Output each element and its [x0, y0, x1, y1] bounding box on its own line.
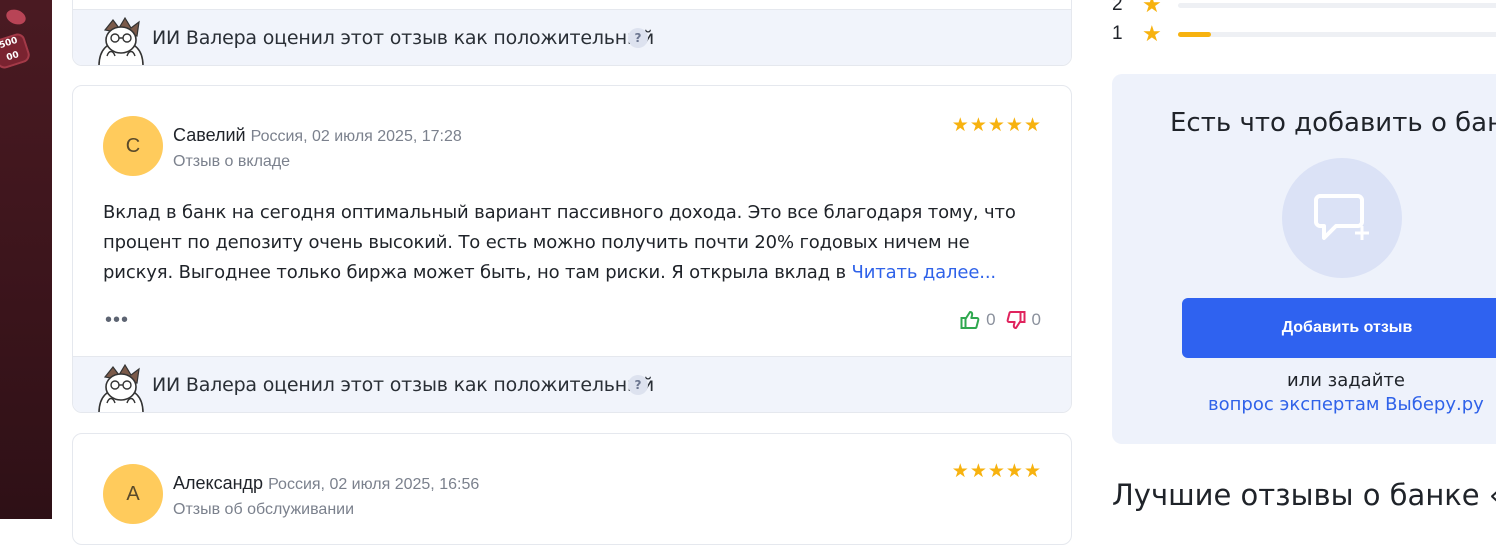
- star-rating: ★ ★ ★ ★ ★: [952, 116, 1041, 135]
- add-review-illustration: [1282, 158, 1402, 278]
- star-icon: ★: [1142, 21, 1162, 46]
- ai-rating-text: ИИ Валера оценил этот отзыв как положите…: [152, 374, 654, 396]
- review-subtitle: Отзыв о вкладе: [173, 153, 291, 170]
- star-icon: ★: [987, 115, 1005, 136]
- review-meta: Россия, 02 июля 2025, 17:28: [250, 128, 462, 145]
- rating-bar-track: [1178, 2, 1496, 8]
- left-promo-strip: 500 00: [0, 0, 52, 519]
- rating-stars-label: 1: [1112, 23, 1123, 44]
- star-icon: ★: [969, 115, 987, 136]
- ai-rating-bar: ИИ Валера оценил этот отзыв как положите…: [73, 356, 1071, 412]
- ai-rating-bar: ИИ Валера оценил этот отзыв как положите…: [73, 9, 1071, 65]
- review-meta: Россия, 02 июля 2025, 16:56: [268, 476, 480, 493]
- review-text: Вклад в банк на сегодня оптимальный вари…: [103, 198, 1023, 288]
- review-subtitle: Отзыв об обслуживании: [173, 501, 355, 518]
- thumbs-up-icon[interactable]: [960, 310, 980, 330]
- review-card: А Александр Россия, 02 июля 2025, 16:56 …: [72, 433, 1072, 545]
- star-icon: ★: [969, 461, 987, 482]
- avatar: С: [103, 116, 163, 176]
- rating-bar-fill: [1178, 31, 1211, 37]
- star-icon: ★: [951, 461, 969, 482]
- or-ask-text: или задайте: [1287, 370, 1405, 391]
- star-icon: ★: [1023, 461, 1041, 482]
- author-name[interactable]: Савелий: [173, 125, 246, 145]
- review-author: Савелий Россия, 02 июля 2025, 17:28: [173, 125, 462, 146]
- promo-shape: [4, 7, 28, 27]
- add-review-panel: Есть что добавить о банке Добавить отзыв…: [1112, 74, 1496, 444]
- review-author: Александр Россия, 02 июля 2025, 16:56: [173, 473, 479, 494]
- likes-count: 0: [986, 310, 996, 329]
- valera-mascot-icon: [98, 363, 144, 412]
- add-review-title: Есть что добавить о банке: [1170, 108, 1496, 138]
- valera-mascot-icon: [98, 16, 144, 65]
- star-icon: ★: [1005, 461, 1023, 482]
- add-review-button[interactable]: Добавить отзыв: [1182, 298, 1496, 358]
- rating-row-1: 1 ★: [1112, 21, 1496, 47]
- help-icon[interactable]: ?: [628, 28, 648, 48]
- ask-experts-link[interactable]: вопрос экспертам Выберу.ру: [1208, 394, 1484, 415]
- star-icon: ★: [951, 115, 969, 136]
- read-more-link[interactable]: Читать далее...: [852, 262, 997, 283]
- help-icon[interactable]: ?: [628, 375, 648, 395]
- more-options-button[interactable]: •••: [105, 309, 129, 332]
- promo-badge[interactable]: 500 00: [0, 31, 32, 71]
- vote-controls: 0 0: [960, 310, 1041, 330]
- thumbs-down-icon[interactable]: [1006, 310, 1026, 330]
- star-icon: ★: [1005, 115, 1023, 136]
- star-icon: ★: [1023, 115, 1041, 136]
- star-icon: ★: [1142, 0, 1162, 17]
- ai-rating-text: ИИ Валера оценил этот отзыв как положите…: [152, 27, 654, 49]
- best-reviews-heading: Лучшие отзывы о банке «Ал: [1112, 478, 1496, 512]
- star-icon: ★: [987, 461, 1005, 482]
- avatar: А: [103, 464, 163, 524]
- comment-plus-icon: [1314, 194, 1369, 240]
- author-name[interactable]: Александр: [173, 473, 263, 493]
- review-card: ИИ Валера оценил этот отзыв как положите…: [72, 0, 1072, 66]
- star-rating: ★ ★ ★ ★ ★: [952, 462, 1041, 481]
- rating-bar-track: [1178, 31, 1496, 37]
- dislikes-count: 0: [1031, 310, 1041, 329]
- rating-row-2: 2 ★: [1112, 0, 1496, 18]
- rating-stars-label: 2: [1112, 0, 1123, 15]
- review-card: С Савелий Россия, 02 июля 2025, 17:28 От…: [72, 85, 1072, 413]
